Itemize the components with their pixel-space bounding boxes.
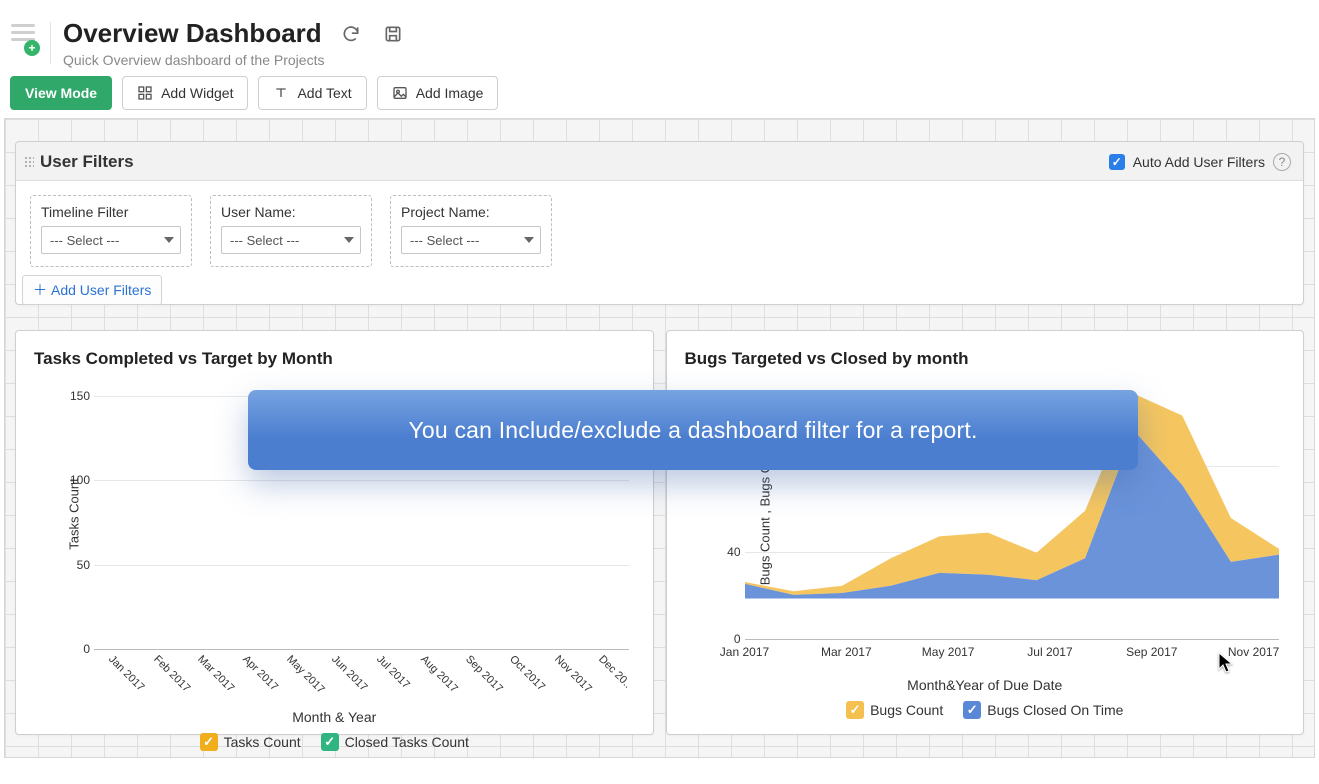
x-tick: May 2017	[285, 653, 328, 696]
plus-icon: +	[24, 40, 40, 56]
bugs-x-axis-label: Month&Year of Due Date	[685, 677, 1286, 693]
auto-add-label: Auto Add User Filters	[1133, 154, 1265, 170]
plus-icon: ＋	[33, 280, 47, 300]
refresh-icon	[341, 24, 361, 44]
filter-label: Timeline Filter	[41, 204, 181, 220]
page-subtitle: Quick Overview dashboard of the Projects	[63, 52, 406, 68]
add-widget-label: Add Widget	[161, 85, 233, 101]
x-tick: Oct 2017	[507, 653, 547, 693]
x-tick: Mar 2017	[195, 653, 236, 694]
add-user-filters-label: Add User Filters	[51, 282, 151, 298]
y-tick: 0	[83, 642, 90, 656]
y-tick: 150	[70, 389, 90, 403]
cursor-icon	[1218, 652, 1236, 677]
y-tick: 0	[734, 632, 741, 646]
page-title: Overview Dashboard	[63, 18, 322, 49]
user-filters-title: User Filters	[40, 152, 134, 172]
image-icon	[392, 85, 408, 101]
tasks-x-axis-label: Month & Year	[34, 709, 635, 725]
x-tick: Jul 2017	[374, 653, 412, 691]
filter-label: Project Name:	[401, 204, 541, 220]
hint-banner-text: You can Include/exclude a dashboard filt…	[408, 417, 977, 444]
chevron-down-icon	[344, 237, 354, 243]
save-button[interactable]	[380, 21, 406, 47]
add-image-label: Add Image	[416, 85, 484, 101]
x-tick: Apr 2017	[240, 653, 280, 693]
widget-icon	[137, 85, 153, 101]
tasks-chart-title: Tasks Completed vs Target by Month	[34, 349, 635, 369]
filter-select[interactable]: --- Select ---	[41, 226, 181, 254]
text-icon	[273, 85, 289, 101]
legend-tasks-count[interactable]: ✓Tasks Count	[200, 733, 301, 751]
x-tick: Jun 2017	[329, 653, 369, 693]
x-tick: Sep 2017	[1126, 645, 1177, 659]
chevron-down-icon	[164, 237, 174, 243]
filter-0: Timeline Filter --- Select ---	[30, 195, 192, 267]
user-filters-panel[interactable]: User Filters ✓ Auto Add User Filters ? T…	[15, 141, 1304, 305]
x-tick: Jul 2017	[1027, 645, 1072, 659]
add-image-button[interactable]: Add Image	[377, 76, 499, 110]
x-tick: Feb 2017	[151, 653, 192, 694]
y-tick: 100	[70, 473, 90, 487]
help-icon[interactable]: ?	[1273, 153, 1291, 171]
x-tick: May 2017	[922, 645, 975, 659]
bugs-chart-title: Bugs Targeted vs Closed by month	[685, 349, 1286, 369]
drag-handle-icon[interactable]	[24, 156, 34, 168]
x-tick: Mar 2017	[821, 645, 872, 659]
x-tick: Aug 2017	[418, 653, 460, 695]
filter-2: Project Name: --- Select ---	[390, 195, 552, 267]
chevron-down-icon	[524, 237, 534, 243]
hint-banner: You can Include/exclude a dashboard filt…	[248, 390, 1138, 470]
x-tick: Nov 2017	[552, 653, 594, 695]
filter-select[interactable]: --- Select ---	[401, 226, 541, 254]
filter-1: User Name: --- Select ---	[210, 195, 372, 267]
new-chart-menu[interactable]: +	[8, 20, 38, 54]
add-text-button[interactable]: Add Text	[258, 76, 366, 110]
add-widget-button[interactable]: Add Widget	[122, 76, 248, 110]
refresh-button[interactable]	[338, 21, 364, 47]
add-user-filters-button[interactable]: ＋ Add User Filters	[22, 275, 162, 305]
save-icon	[383, 24, 403, 44]
y-tick: 50	[77, 558, 90, 572]
add-text-label: Add Text	[297, 85, 351, 101]
legend-closed-tasks[interactable]: ✓Closed Tasks Count	[321, 733, 469, 751]
filter-label: User Name:	[221, 204, 361, 220]
divider	[50, 22, 51, 64]
x-tick: Jan 2017	[720, 645, 769, 659]
legend-bugs-closed[interactable]: ✓Bugs Closed On Time	[963, 701, 1123, 719]
filter-select[interactable]: --- Select ---	[221, 226, 361, 254]
x-tick: Sep 2017	[463, 653, 505, 695]
legend-bugs-count[interactable]: ✓Bugs Count	[846, 701, 943, 719]
x-tick: Dec 20..	[596, 653, 633, 690]
y-tick: 40	[727, 545, 740, 559]
x-tick: Jan 2017	[106, 653, 146, 693]
view-mode-button[interactable]: View Mode	[10, 76, 112, 110]
auto-add-checkbox[interactable]: ✓	[1109, 154, 1125, 170]
